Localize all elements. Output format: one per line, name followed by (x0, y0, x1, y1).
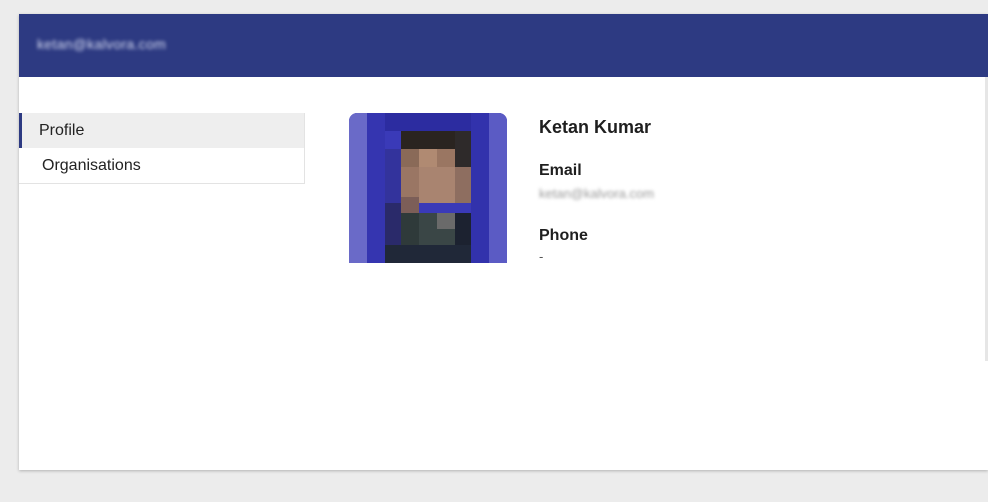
header-account-email[interactable]: ketan@kalvora.com (37, 36, 166, 52)
app-header: ketan@kalvora.com (19, 14, 988, 77)
profile-details: Ketan Kumar Email ketan@kalvora.com Phon… (539, 114, 654, 264)
sidebar-item-organisations[interactable]: Organisations (19, 148, 304, 183)
profile-name: Ketan Kumar (539, 117, 652, 137)
sidebar-item-label: Profile (39, 122, 85, 139)
sidebar-item-profile[interactable]: Profile (19, 113, 304, 148)
sidebar-item-label: Organisations (42, 157, 141, 174)
profile-card: ketan@kalvora.com Profile Organisations (19, 14, 988, 470)
phone-value: - (539, 249, 544, 264)
email-label: Email (539, 162, 582, 179)
avatar (349, 113, 507, 263)
email-value: ketan@kalvora.com (539, 186, 655, 201)
sidebar-nav: Profile Organisations (19, 113, 305, 184)
phone-label: Phone (539, 227, 588, 244)
avatar-image (349, 113, 507, 263)
